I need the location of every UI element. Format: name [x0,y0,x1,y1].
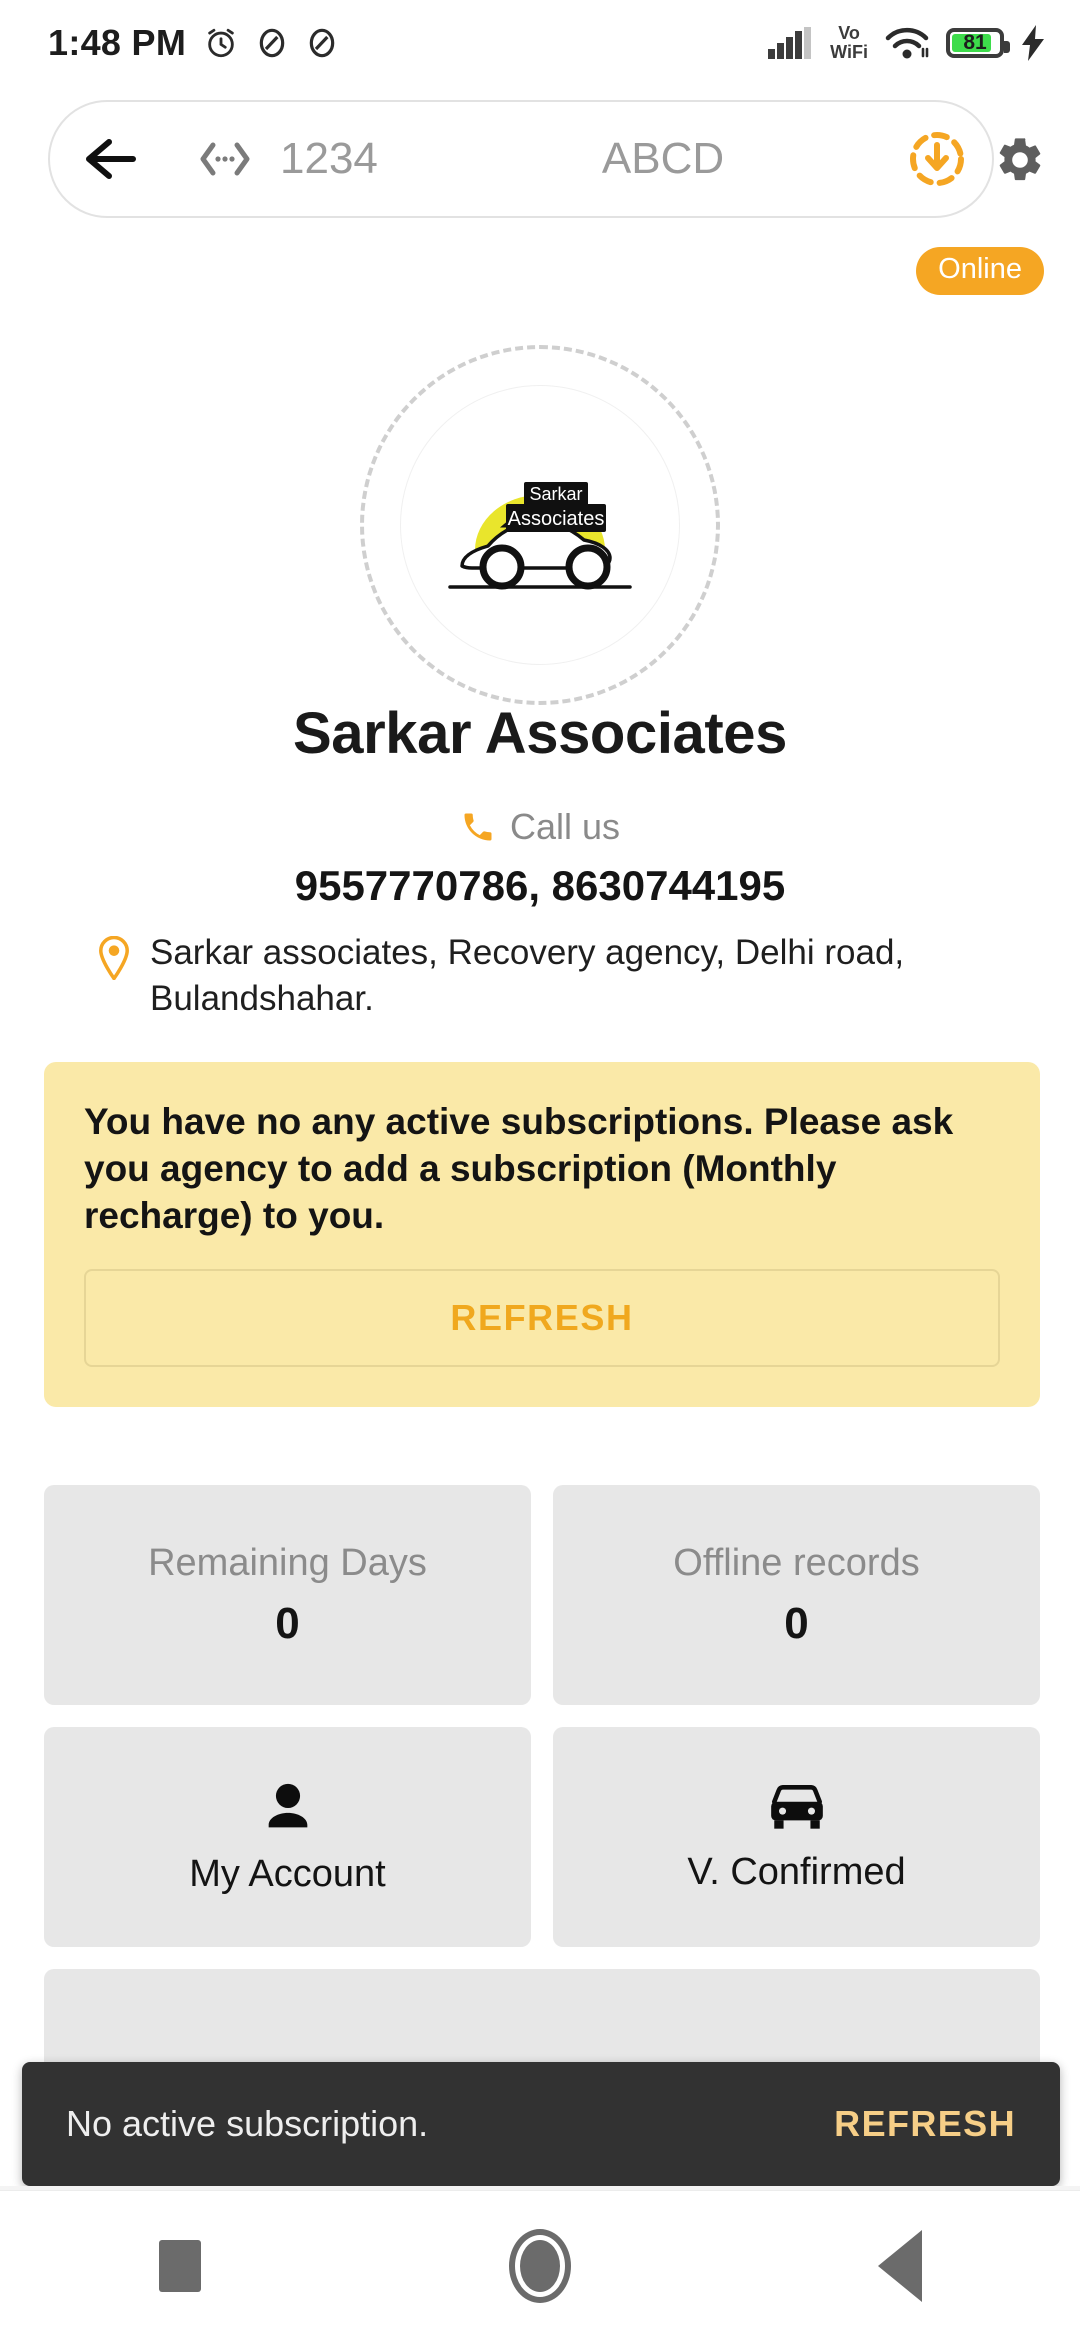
tile-remaining-days-label: Remaining Days [148,1541,427,1584]
toolbar-pill: 1234 ABCD [48,100,994,218]
volte-wifi-icon: Vo WiFi [830,24,868,62]
gear-icon[interactable] [994,134,1046,186]
call-us-row[interactable]: Call us [0,806,1080,848]
status-badge: Online [916,247,1044,295]
tile-v-confirmed-label: V. Confirmed [687,1850,906,1893]
tile-row-actions: My Account V. Confirmed [44,1727,1040,1947]
battery-percent: 81 [963,31,987,54]
logo-brand-line1: Sarkar [529,484,582,504]
call-us-label: Call us [509,806,621,847]
tile-offline-records-value: 0 [784,1598,809,1648]
tile-my-account-label: My Account [189,1852,386,1895]
expand-horizontal-icon[interactable] [170,139,280,179]
page-title: Sarkar Associates [292,701,788,766]
snackbar-refresh-button[interactable]: REFRESH [834,2103,1016,2145]
alarm-icon [204,26,238,60]
home-circle-icon[interactable] [450,2216,630,2316]
status-bar-right: Vo WiFi 81 [768,24,1046,62]
back-triangle-icon[interactable] [810,2216,990,2316]
battery-icon: 81 [946,28,1010,58]
top-toolbar: 1234 ABCD [0,100,1080,220]
agency-phone-numbers[interactable]: 9557770786, 8630744195 [0,862,1080,910]
android-navigation-bar [0,2190,1080,2340]
agency-address: Sarkar associates, Recovery agency, Delh… [150,933,905,1018]
subscription-refresh-button[interactable]: REFRESH [84,1269,1000,1367]
vehicle-number-field[interactable]: 1234 [280,134,480,184]
vehicle-text-field[interactable]: ABCD [480,134,882,184]
person-icon [259,1779,317,1837]
snackbar: No active subscription. REFRESH [22,2062,1060,2186]
tile-offline-records-label: Offline records [673,1541,920,1584]
status-bar: 1:48 PM Vo WiFi 81 [0,0,1080,86]
tile-remaining-days[interactable]: Remaining Days 0 [44,1485,531,1705]
status-bar-clock: 1:48 PM [48,22,187,63]
do-not-disturb-icon [256,26,288,60]
tile-my-account[interactable]: My Account [44,1727,531,1947]
volte-wifi-line1: Vo [838,23,860,43]
snackbar-message: No active subscription. [66,2103,429,2144]
charging-icon [1020,25,1046,61]
signal-icon [768,27,814,59]
download-sync-icon[interactable] [882,130,992,188]
car-icon [766,1781,828,1835]
location-pin-icon [96,935,132,982]
tile-v-confirmed[interactable]: V. Confirmed [553,1727,1040,1947]
volte-wifi-line2: WiFi [830,42,868,62]
tile-offline-records[interactable]: Offline records 0 [553,1485,1040,1705]
recents-square-icon[interactable] [90,2216,270,2316]
subscription-message: You have no any active subscriptions. Pl… [84,1101,954,1236]
agency-address-row: Sarkar associates, Recovery agency, Delh… [96,930,986,1022]
logo-brand-line2: Associates [508,508,605,530]
app-screen: 1:48 PM Vo WiFi 81 1234 ABCD Online Sark… [0,0,1080,2340]
back-arrow-icon[interactable] [50,136,170,182]
logo-artwork: Sarkar Associates [448,482,632,590]
do-not-disturb-icon [306,26,338,60]
subscription-warning-card: You have no any active subscriptions. Pl… [44,1062,1040,1407]
wifi-icon [884,26,930,60]
logo-image: Sarkar Associates [400,385,680,665]
tile-row-stats: Remaining Days 0 Offline records 0 [44,1485,1040,1705]
status-bar-left: 1:48 PM [48,22,338,64]
phone-icon [460,809,496,845]
tile-remaining-days-value: 0 [275,1598,300,1648]
agency-logo: Sarkar Associates [360,345,720,705]
